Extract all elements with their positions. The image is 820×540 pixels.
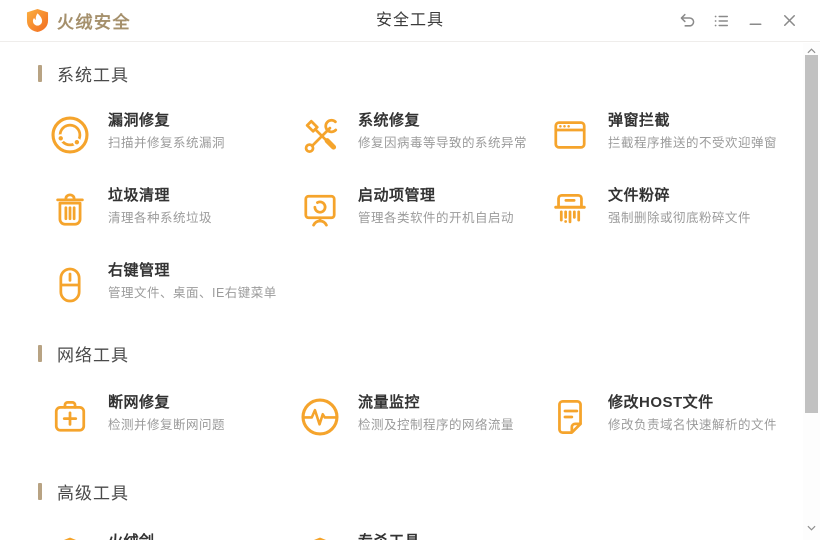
tool-item-vulnerability-scan[interactable]: 漏洞修复扫描并修复系统漏洞	[48, 109, 298, 164]
document-icon	[548, 395, 592, 439]
tool-label: 修改HOST文件	[608, 394, 714, 411]
tool-text: 右键管理管理文件、桌面、IE右键菜单	[108, 259, 277, 314]
tool-desc: 检测并修复断网问题	[108, 418, 226, 432]
tool-item-shredder[interactable]: 文件粉碎强制删除或彻底粉碎文件	[548, 184, 798, 239]
tool-label: 文件粉碎	[608, 187, 671, 204]
tool-label: 专杀工具	[358, 532, 420, 540]
tool-label: 弹窗拦截	[608, 112, 671, 129]
tool-text: 启动项管理管理各类软件的开机自启动	[358, 184, 514, 239]
shredder-icon	[548, 188, 592, 232]
tool-label: 断网修复	[108, 394, 171, 411]
tool-item-monitor-startup[interactable]: 启动项管理管理各类软件的开机自启动	[298, 184, 548, 239]
tool-desc: 强制删除或彻底粉碎文件	[608, 211, 752, 225]
trash-bin-icon	[48, 188, 92, 232]
tool-text: 修改HOST文件修改负责域名快速解析的文件	[608, 391, 777, 446]
tool-item-repair-tools[interactable]: 系统修复修复因病毒等导致的系统异常	[298, 109, 548, 164]
mouse-icon	[48, 263, 92, 307]
section-title: 网络工具	[57, 346, 129, 365]
shield-scan-icon	[298, 534, 342, 540]
tool-desc: 拦截程序推送的不受欢迎弹窗	[608, 136, 778, 150]
repair-tools-icon	[298, 113, 342, 157]
tool-label: 垃圾清理	[108, 187, 171, 204]
tool-label: 右键管理	[108, 262, 171, 279]
app-brand: 火绒安全	[26, 8, 131, 33]
section-header: 网络工具	[38, 341, 820, 366]
tool-text: 漏洞修复扫描并修复系统漏洞	[108, 109, 225, 164]
tool-text: 弹窗拦截拦截程序推送的不受欢迎弹窗	[608, 109, 777, 164]
popup-window-icon	[548, 113, 592, 157]
section-marker	[38, 483, 42, 500]
tool-grid: 断网修复检测并修复断网问题 流量监控检测及控制程序的网络流量 修改HOST文件修改负…	[48, 391, 820, 446]
vulnerability-scan-icon	[48, 113, 92, 157]
tool-text: 系统修复修复因病毒等导致的系统异常	[358, 109, 527, 164]
tool-item-medkit[interactable]: 断网修复检测并修复断网问题	[48, 391, 298, 446]
tool-label: 系统修复	[358, 112, 421, 129]
titlebar: 火绒安全 安全工具	[0, 0, 820, 42]
section-header: 高级工具	[38, 479, 820, 504]
tool-item-trash-bin[interactable]: 垃圾清理清理各种系统垃圾	[48, 184, 298, 239]
section-title: 高级工具	[57, 484, 129, 503]
tool-desc: 修复因病毒等导致的系统异常	[358, 136, 528, 150]
tool-section: 系统工具漏洞修复扫描并修复系统漏洞 系统修复修复因病毒等导致的系统异常 弹窗拦截拦截…	[38, 61, 820, 314]
tool-item-mouse[interactable]: 右键管理管理文件、桌面、IE右键菜单	[48, 259, 298, 314]
tool-text: 文件粉碎强制删除或彻底粉碎文件	[608, 184, 751, 239]
back-icon[interactable]	[670, 6, 704, 36]
tool-text: 垃圾清理清理各种系统垃圾	[108, 184, 212, 239]
tool-desc: 扫描并修复系统漏洞	[108, 136, 226, 150]
tool-text: 专杀工具	[358, 530, 420, 540]
scroll-down-icon[interactable]	[803, 522, 820, 534]
tool-item-document[interactable]: 修改HOST文件修改负责域名快速解析的文件	[548, 391, 798, 446]
tool-item-pulse-circle[interactable]: 流量监控检测及控制程序的网络流量	[298, 391, 548, 446]
tools-page: 系统工具漏洞修复扫描并修复系统漏洞 系统修复修复因病毒等导致的系统异常 弹窗拦截拦截…	[0, 61, 820, 540]
tool-text: 火绒剑	[108, 530, 155, 540]
pulse-circle-icon	[298, 395, 342, 439]
tool-grid: 漏洞修复扫描并修复系统漏洞 系统修复修复因病毒等导致的系统异常 弹窗拦截拦截程序推送…	[48, 109, 820, 314]
scrollbar-thumb[interactable]	[805, 55, 818, 413]
tool-text: 流量监控检测及控制程序的网络流量	[358, 391, 514, 446]
tool-grid: 火绒剑 专杀工具	[48, 530, 820, 540]
tool-label: 流量监控	[358, 394, 421, 411]
tool-section: 高级工具火绒剑 专杀工具	[38, 479, 820, 540]
section-marker	[38, 345, 42, 362]
tool-item-shield[interactable]: 火绒剑	[48, 530, 298, 540]
tool-text: 断网修复检测并修复断网问题	[108, 391, 225, 446]
tool-desc: 修改负责域名快速解析的文件	[608, 418, 778, 432]
tool-label: 火绒剑	[108, 532, 155, 540]
tool-desc: 管理文件、桌面、IE右键菜单	[108, 286, 277, 300]
app-logo-icon	[26, 8, 49, 33]
minimize-icon[interactable]	[738, 6, 772, 36]
section-header: 系统工具	[38, 61, 820, 86]
tool-desc: 检测及控制程序的网络流量	[358, 418, 515, 432]
tool-item-popup-window[interactable]: 弹窗拦截拦截程序推送的不受欢迎弹窗	[548, 109, 798, 164]
window-controls	[670, 6, 806, 36]
tool-label: 启动项管理	[358, 187, 436, 204]
task-list-icon[interactable]	[704, 6, 738, 36]
tool-item-shield-scan[interactable]: 专杀工具	[298, 530, 548, 540]
monitor-startup-icon	[298, 188, 342, 232]
scrollbar[interactable]	[803, 43, 820, 540]
section-title: 系统工具	[57, 66, 129, 85]
close-icon[interactable]	[772, 6, 806, 36]
app-brand-name: 火绒安全	[57, 13, 131, 32]
tool-label: 漏洞修复	[108, 112, 171, 129]
tool-section: 网络工具断网修复检测并修复断网问题 流量监控检测及控制程序的网络流量 修改HOST文…	[38, 341, 820, 446]
tool-desc: 管理各类软件的开机自启动	[358, 211, 515, 225]
medkit-icon	[48, 395, 92, 439]
shield-icon	[48, 534, 92, 540]
section-marker	[38, 65, 42, 82]
tool-desc: 清理各种系统垃圾	[108, 211, 213, 225]
